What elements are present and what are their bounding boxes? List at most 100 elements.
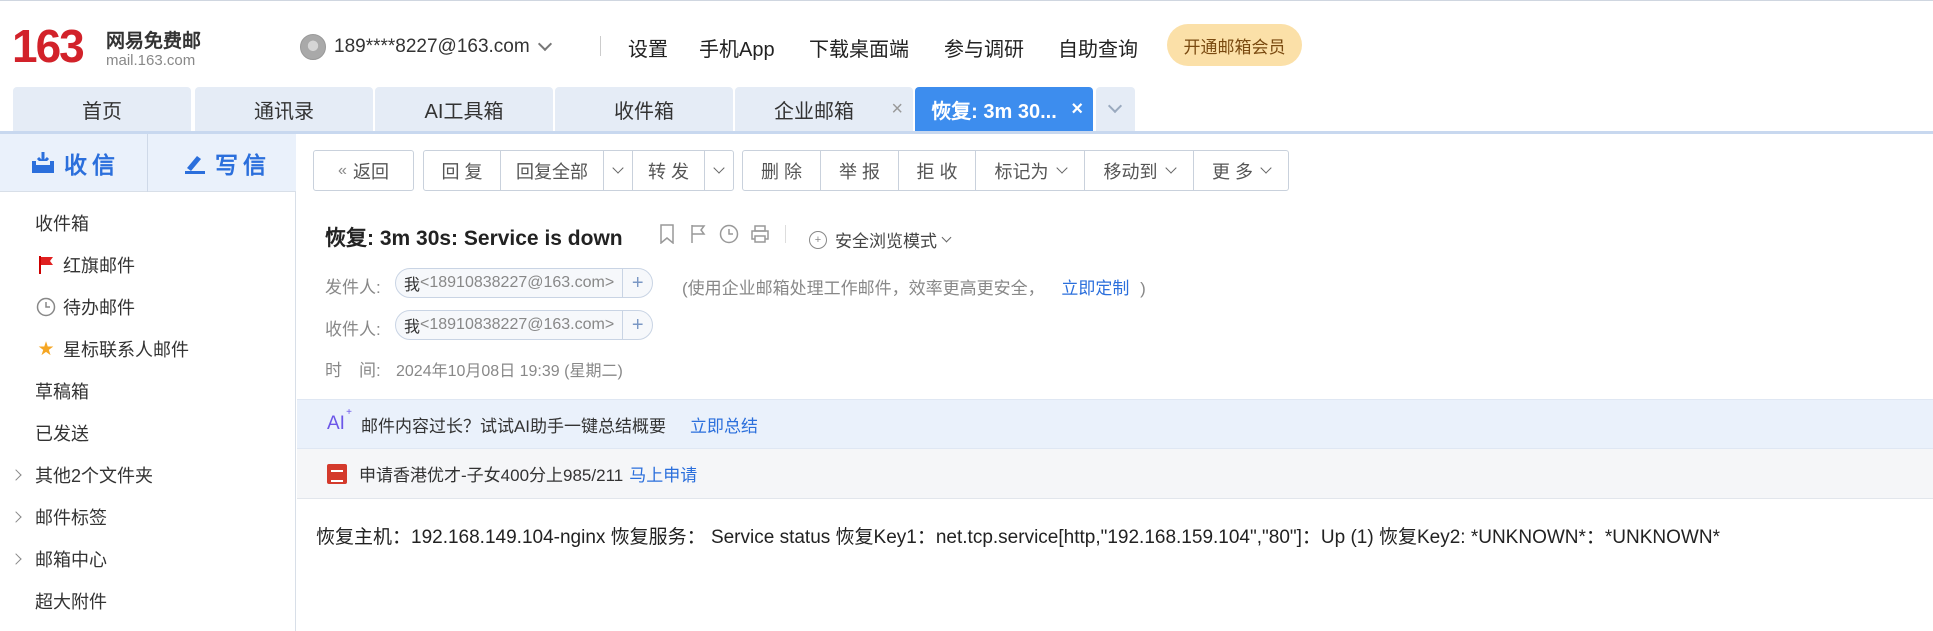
- summarize-link[interactable]: 立即总结: [690, 412, 758, 437]
- safe-mode-label: 安全浏览模式: [835, 232, 937, 251]
- ai-summary-banner: AI + 邮件内容过长？试试AI助手一键总结概要 立即总结: [297, 399, 1933, 449]
- tab-inbox[interactable]: 收件箱: [555, 87, 733, 132]
- ai-logo-icon: AI +: [327, 407, 352, 434]
- top-border: [0, 0, 1933, 4]
- account-email: 189****8227@163.com: [334, 36, 530, 57]
- clock-icon[interactable]: [719, 224, 739, 244]
- reply-all-dropdown[interactable]: [604, 151, 633, 190]
- chevron-right-icon: [10, 553, 22, 565]
- compose-label: 写信: [215, 152, 271, 178]
- nav-desktop-download[interactable]: 下载桌面端: [809, 33, 909, 62]
- sidebar-item-red-flag[interactable]: 红旗邮件: [0, 244, 295, 286]
- recipient-chip[interactable]: 我 <18910838227@163.com> +: [395, 310, 654, 340]
- delete-button[interactable]: 删 除: [743, 151, 821, 190]
- mark-as-label: 标记为: [994, 161, 1049, 182]
- reject-button[interactable]: 拒 收: [899, 151, 976, 190]
- logo-name: 网易免费邮: [106, 30, 202, 52]
- customize-link[interactable]: 立即定制: [1061, 279, 1129, 298]
- add-contact-icon[interactable]: +: [622, 269, 652, 297]
- chevron-down-icon: [537, 36, 552, 52]
- sidebar-item-drafts[interactable]: 草稿箱: [0, 370, 295, 412]
- close-icon[interactable]: ×: [891, 98, 903, 121]
- tab-ai-toolbox[interactable]: AI工具箱: [375, 87, 553, 132]
- chevron-down-icon: [1260, 162, 1272, 174]
- chevron-down-icon: [941, 232, 952, 242]
- sidebar-item-todo[interactable]: 待办邮件: [0, 286, 295, 328]
- tab-label: 首页: [82, 101, 122, 123]
- sidebar-item-mail-center[interactable]: 邮箱中心: [0, 538, 295, 580]
- report-button[interactable]: 举 报: [821, 151, 899, 190]
- red-flag-icon: [35, 254, 57, 276]
- sidebar: 收信 写信 收件箱 红旗邮件 待办邮件 ★ 星标联系人邮件 草稿箱 已发送 其他…: [0, 134, 296, 631]
- account-switcher[interactable]: 189****8227@163.com: [300, 32, 552, 62]
- tab-label: 通讯录: [254, 101, 314, 123]
- recipient-address: <18910838227@163.com>: [420, 316, 615, 333]
- pen-icon: [185, 156, 205, 174]
- more-label: 更 多: [1211, 161, 1253, 182]
- sidebar-item-inbox[interactable]: 收件箱: [0, 202, 295, 244]
- back-button[interactable]: « 返回: [314, 151, 413, 190]
- sender-name: 我: [404, 277, 421, 294]
- forward-dropdown[interactable]: [705, 151, 733, 190]
- tab-home[interactable]: 首页: [13, 87, 191, 132]
- flag-icon[interactable]: [688, 224, 708, 244]
- move-to-button[interactable]: 移动到: [1085, 151, 1194, 190]
- back-group: « 返回: [313, 150, 414, 191]
- chevron-down-icon: [1055, 162, 1068, 174]
- chevron-down-icon: [1107, 98, 1123, 114]
- sidebar-item-labels[interactable]: 邮件标签: [0, 496, 295, 538]
- bookmark-icon[interactable]: [657, 224, 677, 244]
- nav-settings[interactable]: 设置: [628, 33, 668, 62]
- sender-chip[interactable]: 我 <18910838227@163.com> +: [395, 268, 654, 298]
- recipient-label: 收件人:: [325, 320, 381, 339]
- sidebar-item-label: 邮件标签: [35, 508, 107, 528]
- tab-contacts[interactable]: 通讯录: [195, 87, 373, 132]
- reply-group: 回 复 回复全部 转 发: [423, 150, 734, 191]
- add-contact-icon[interactable]: +: [622, 311, 652, 339]
- mark-as-button[interactable]: 标记为: [976, 151, 1085, 190]
- close-icon[interactable]: ×: [1071, 98, 1083, 121]
- avatar: [300, 34, 326, 60]
- sidebar-item-label: 待办邮件: [63, 298, 135, 318]
- chevron-down-icon: [612, 162, 624, 174]
- nav-divider: [600, 36, 601, 56]
- vip-button[interactable]: 开通邮箱会员: [1167, 24, 1302, 66]
- inbox-download-icon: [32, 152, 54, 173]
- more-button[interactable]: 更 多: [1194, 151, 1288, 190]
- compose-button[interactable]: 写信: [183, 134, 271, 192]
- chevron-right-icon: [10, 511, 22, 523]
- nav-survey[interactable]: 参与调研: [944, 33, 1024, 62]
- nav-mobile-app[interactable]: 手机App: [699, 33, 775, 62]
- enterprise-note: (使用企业邮箱处理工作邮件，效率更高更安全， 立即定制 ): [682, 274, 1146, 299]
- note-end: ): [1140, 279, 1146, 298]
- tab-label: 收件箱: [614, 101, 674, 123]
- sidebar-item-other-folders[interactable]: 其他2个文件夹: [0, 454, 295, 496]
- sidebar-item-large-attachments[interactable]: 超大附件: [0, 580, 295, 622]
- chevron-down-icon: [713, 162, 725, 174]
- safe-browse-mode-toggle[interactable]: + 安全浏览模式: [809, 227, 952, 252]
- mail-body: 恢复主机：192.168.149.104-nginx 恢复服务： Service…: [316, 527, 1720, 548]
- nav-self-service[interactable]: 自助查询: [1058, 33, 1138, 62]
- reply-button[interactable]: 回 复: [424, 151, 501, 190]
- logo-number: 163: [12, 20, 85, 72]
- sidebar-item-starred[interactable]: ★ 星标联系人邮件: [0, 328, 295, 370]
- recipient-name: 我: [404, 319, 421, 336]
- tab-current-mail[interactable]: 恢复: 3m 30... ×: [915, 87, 1093, 132]
- back-label: 返回: [352, 161, 389, 182]
- double-chevron-left-icon: «: [338, 161, 347, 179]
- mail-subject: 恢复: 3m 30s: Service is down: [325, 227, 623, 250]
- compose-divider: [147, 134, 148, 192]
- tab-enterprise-mail[interactable]: 企业邮箱 ×: [735, 87, 913, 132]
- move-to-label: 移动到: [1103, 161, 1158, 182]
- reply-all-button[interactable]: 回复全部: [501, 151, 604, 190]
- print-icon[interactable]: [750, 224, 770, 244]
- sender-label: 发件人:: [325, 278, 381, 297]
- sidebar-item-sent[interactable]: 已发送: [0, 412, 295, 454]
- apply-now-link[interactable]: 马上申请: [629, 461, 697, 486]
- forward-button[interactable]: 转 发: [633, 151, 705, 190]
- tab-label: AI工具箱: [424, 101, 504, 123]
- subject-actions: [657, 224, 796, 244]
- tab-overflow-button[interactable]: [1096, 87, 1135, 132]
- receive-button[interactable]: 收信: [30, 134, 120, 192]
- chevron-down-icon: [1164, 162, 1177, 174]
